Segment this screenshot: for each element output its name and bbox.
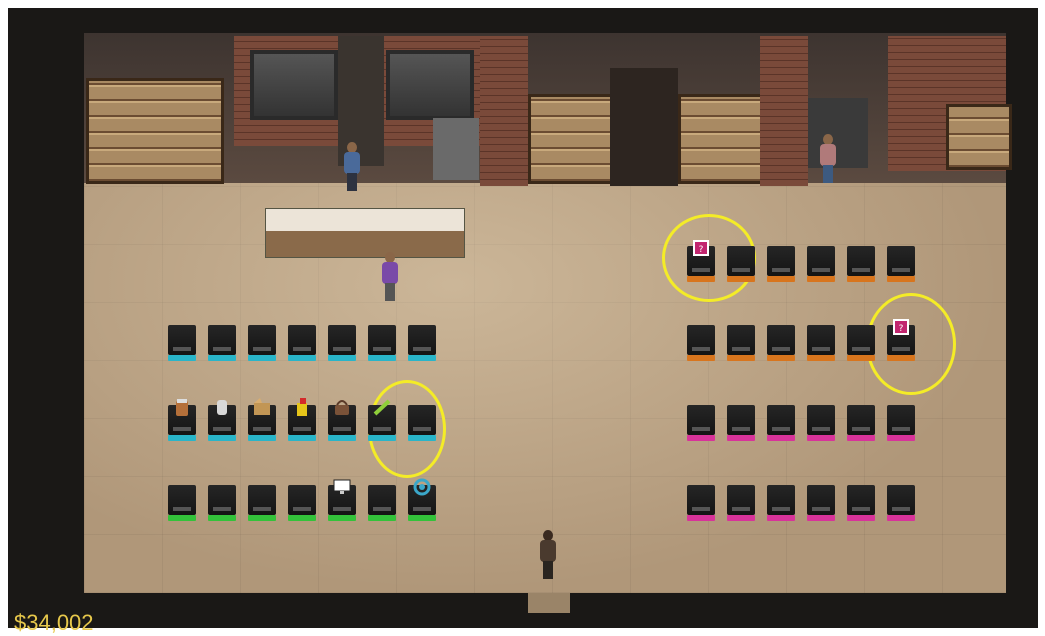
doorway bbox=[610, 68, 678, 186]
left-station-r2-c5[interactable] bbox=[328, 400, 356, 443]
mystery-box-icon[interactable]: ? bbox=[691, 238, 711, 258]
produce-shelf bbox=[946, 104, 1012, 170]
monitor-icon[interactable] bbox=[332, 477, 352, 497]
basket-icon[interactable] bbox=[332, 397, 352, 417]
bakery-shelf bbox=[86, 78, 224, 184]
can-icon[interactable] bbox=[212, 397, 232, 417]
right-station-r3-c5[interactable] bbox=[847, 405, 875, 443]
left-station-r1-c7[interactable] bbox=[408, 325, 436, 363]
right-station-r1-c4[interactable] bbox=[807, 246, 835, 284]
right-station-r1-c2[interactable] bbox=[727, 246, 755, 284]
right-station-r2-c3[interactable] bbox=[767, 325, 795, 363]
window-left bbox=[250, 50, 338, 120]
right-station-r3-c6[interactable] bbox=[887, 405, 915, 443]
svg-text:?: ? bbox=[699, 245, 704, 255]
left-station-r1-c1[interactable] bbox=[168, 325, 196, 363]
left-station-r3-c3[interactable] bbox=[248, 485, 276, 523]
grocery-shelf-2 bbox=[678, 94, 764, 184]
right-station-r4-c2[interactable] bbox=[727, 485, 755, 523]
money-counter: $34,002 bbox=[14, 610, 94, 635]
left-station-r3-c1[interactable] bbox=[168, 485, 196, 523]
right-station-r2-c1[interactable] bbox=[687, 325, 715, 363]
right-station-r1-c6[interactable] bbox=[887, 246, 915, 284]
right-station-r3-c4[interactable] bbox=[807, 405, 835, 443]
brick-column bbox=[480, 36, 528, 186]
left-station-r2-c7[interactable] bbox=[408, 405, 436, 443]
left-station-r1-c4[interactable] bbox=[288, 325, 316, 363]
right-station-r2-c6[interactable]: ? bbox=[887, 319, 915, 363]
right-station-r2-c5[interactable] bbox=[847, 325, 875, 363]
right-station-r4-c4[interactable] bbox=[807, 485, 835, 523]
spray-bottle-icon[interactable] bbox=[292, 397, 312, 417]
right-station-r1-c5[interactable] bbox=[847, 246, 875, 284]
refresh-icon[interactable] bbox=[412, 477, 432, 497]
left-station-r3-c7[interactable] bbox=[408, 478, 436, 523]
left-station-r3-c4[interactable] bbox=[288, 485, 316, 523]
left-station-r1-c2[interactable] bbox=[208, 325, 236, 363]
left-station-r2-c1[interactable] bbox=[168, 399, 196, 443]
svg-text:?: ? bbox=[899, 324, 904, 334]
left-station-r1-c6[interactable] bbox=[368, 325, 396, 363]
jar-icon[interactable] bbox=[172, 397, 192, 417]
mystery-box-icon[interactable]: ? bbox=[891, 317, 911, 337]
right-station-r1-c1[interactable]: ? bbox=[687, 240, 715, 284]
cardboard-box-icon[interactable] bbox=[252, 397, 272, 417]
store-entrance[interactable] bbox=[528, 593, 570, 613]
left-station-r1-c5[interactable] bbox=[328, 325, 356, 363]
right-station-r2-c2[interactable] bbox=[727, 325, 755, 363]
fridge bbox=[808, 98, 868, 168]
left-station-r3-c5[interactable] bbox=[328, 479, 356, 523]
grocery-shelf-1 bbox=[528, 94, 614, 184]
wall-pillar bbox=[338, 36, 384, 166]
right-station-r4-c3[interactable] bbox=[767, 485, 795, 523]
right-station-r3-c1[interactable] bbox=[687, 405, 715, 443]
right-station-r4-c5[interactable] bbox=[847, 485, 875, 523]
left-station-r2-c4[interactable] bbox=[288, 398, 316, 443]
left-station-r2-c2[interactable] bbox=[208, 400, 236, 443]
game-viewport[interactable]: ?? bbox=[8, 8, 1038, 628]
right-station-r4-c1[interactable] bbox=[687, 485, 715, 523]
left-station-r3-c6[interactable] bbox=[368, 485, 396, 523]
right-station-r3-c2[interactable] bbox=[727, 405, 755, 443]
window-right bbox=[386, 50, 474, 120]
left-station-r2-c6[interactable] bbox=[368, 399, 396, 443]
left-station-r1-c3[interactable] bbox=[248, 325, 276, 363]
atm-machine bbox=[433, 118, 479, 180]
right-station-r1-c3[interactable] bbox=[767, 246, 795, 284]
left-station-r3-c2[interactable] bbox=[208, 485, 236, 523]
right-station-r4-c6[interactable] bbox=[887, 485, 915, 523]
paint-tube-icon[interactable] bbox=[372, 397, 392, 417]
right-station-r2-c4[interactable] bbox=[807, 325, 835, 363]
left-station-r2-c3[interactable] bbox=[248, 398, 276, 443]
brick-column-2 bbox=[760, 36, 808, 186]
checkout-counter[interactable] bbox=[265, 208, 465, 258]
right-station-r3-c3[interactable] bbox=[767, 405, 795, 443]
